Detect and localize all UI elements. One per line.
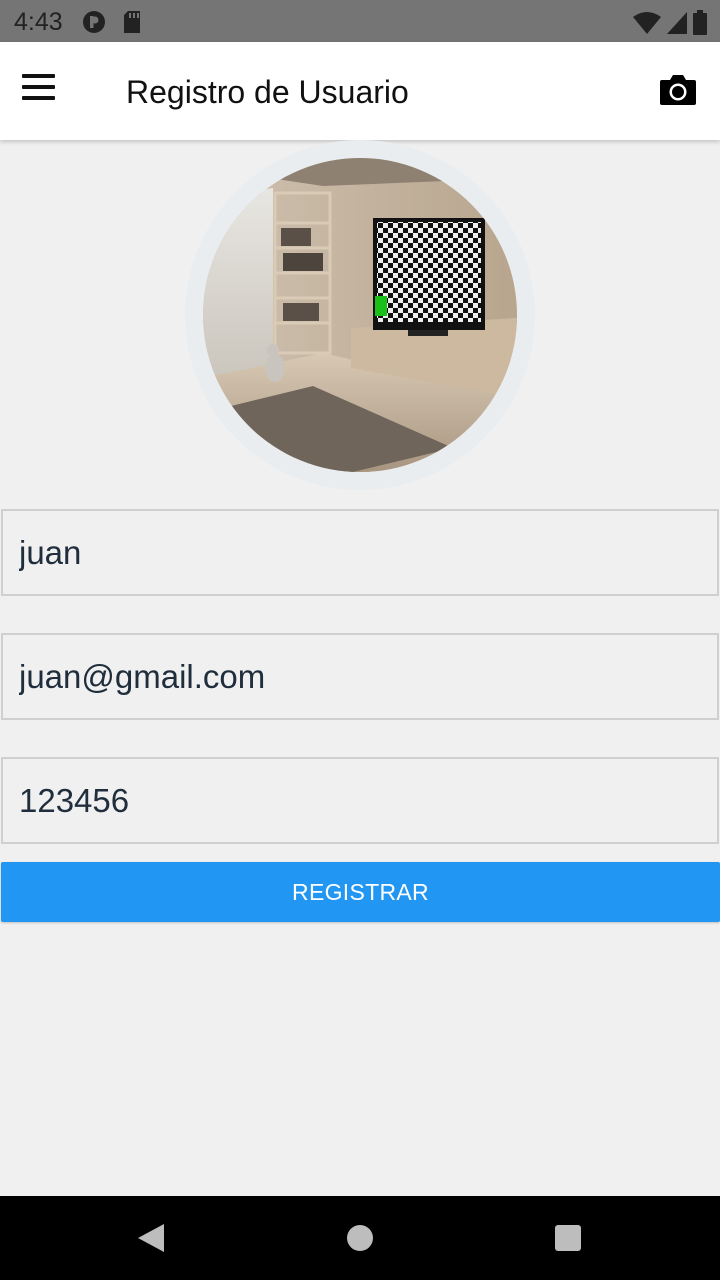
- name-field[interactable]: [1, 509, 719, 596]
- notification-p-icon: [83, 11, 105, 33]
- page-title: Registro de Usuario: [126, 74, 409, 110]
- home-icon[interactable]: [347, 1225, 373, 1251]
- avatar[interactable]: [203, 158, 517, 472]
- recents-icon[interactable]: [555, 1225, 581, 1251]
- profile-photo: [203, 158, 517, 472]
- password-field[interactable]: [1, 757, 719, 844]
- app-bar: Registro de Usuario: [0, 42, 720, 140]
- status-time: 4:43: [14, 8, 63, 36]
- email-field[interactable]: [1, 633, 719, 720]
- wifi-icon: [633, 12, 661, 34]
- battery-icon: [693, 10, 707, 35]
- camera-icon[interactable]: [658, 70, 698, 110]
- status-icons: [632, 10, 708, 36]
- sd-card-icon: [124, 11, 140, 33]
- register-button[interactable]: REGISTRAR: [1, 862, 720, 922]
- status-bar: 4:43: [0, 0, 720, 42]
- signal-icon: [667, 12, 687, 34]
- hamburger-menu-icon[interactable]: [22, 74, 62, 108]
- back-icon[interactable]: [136, 1222, 166, 1254]
